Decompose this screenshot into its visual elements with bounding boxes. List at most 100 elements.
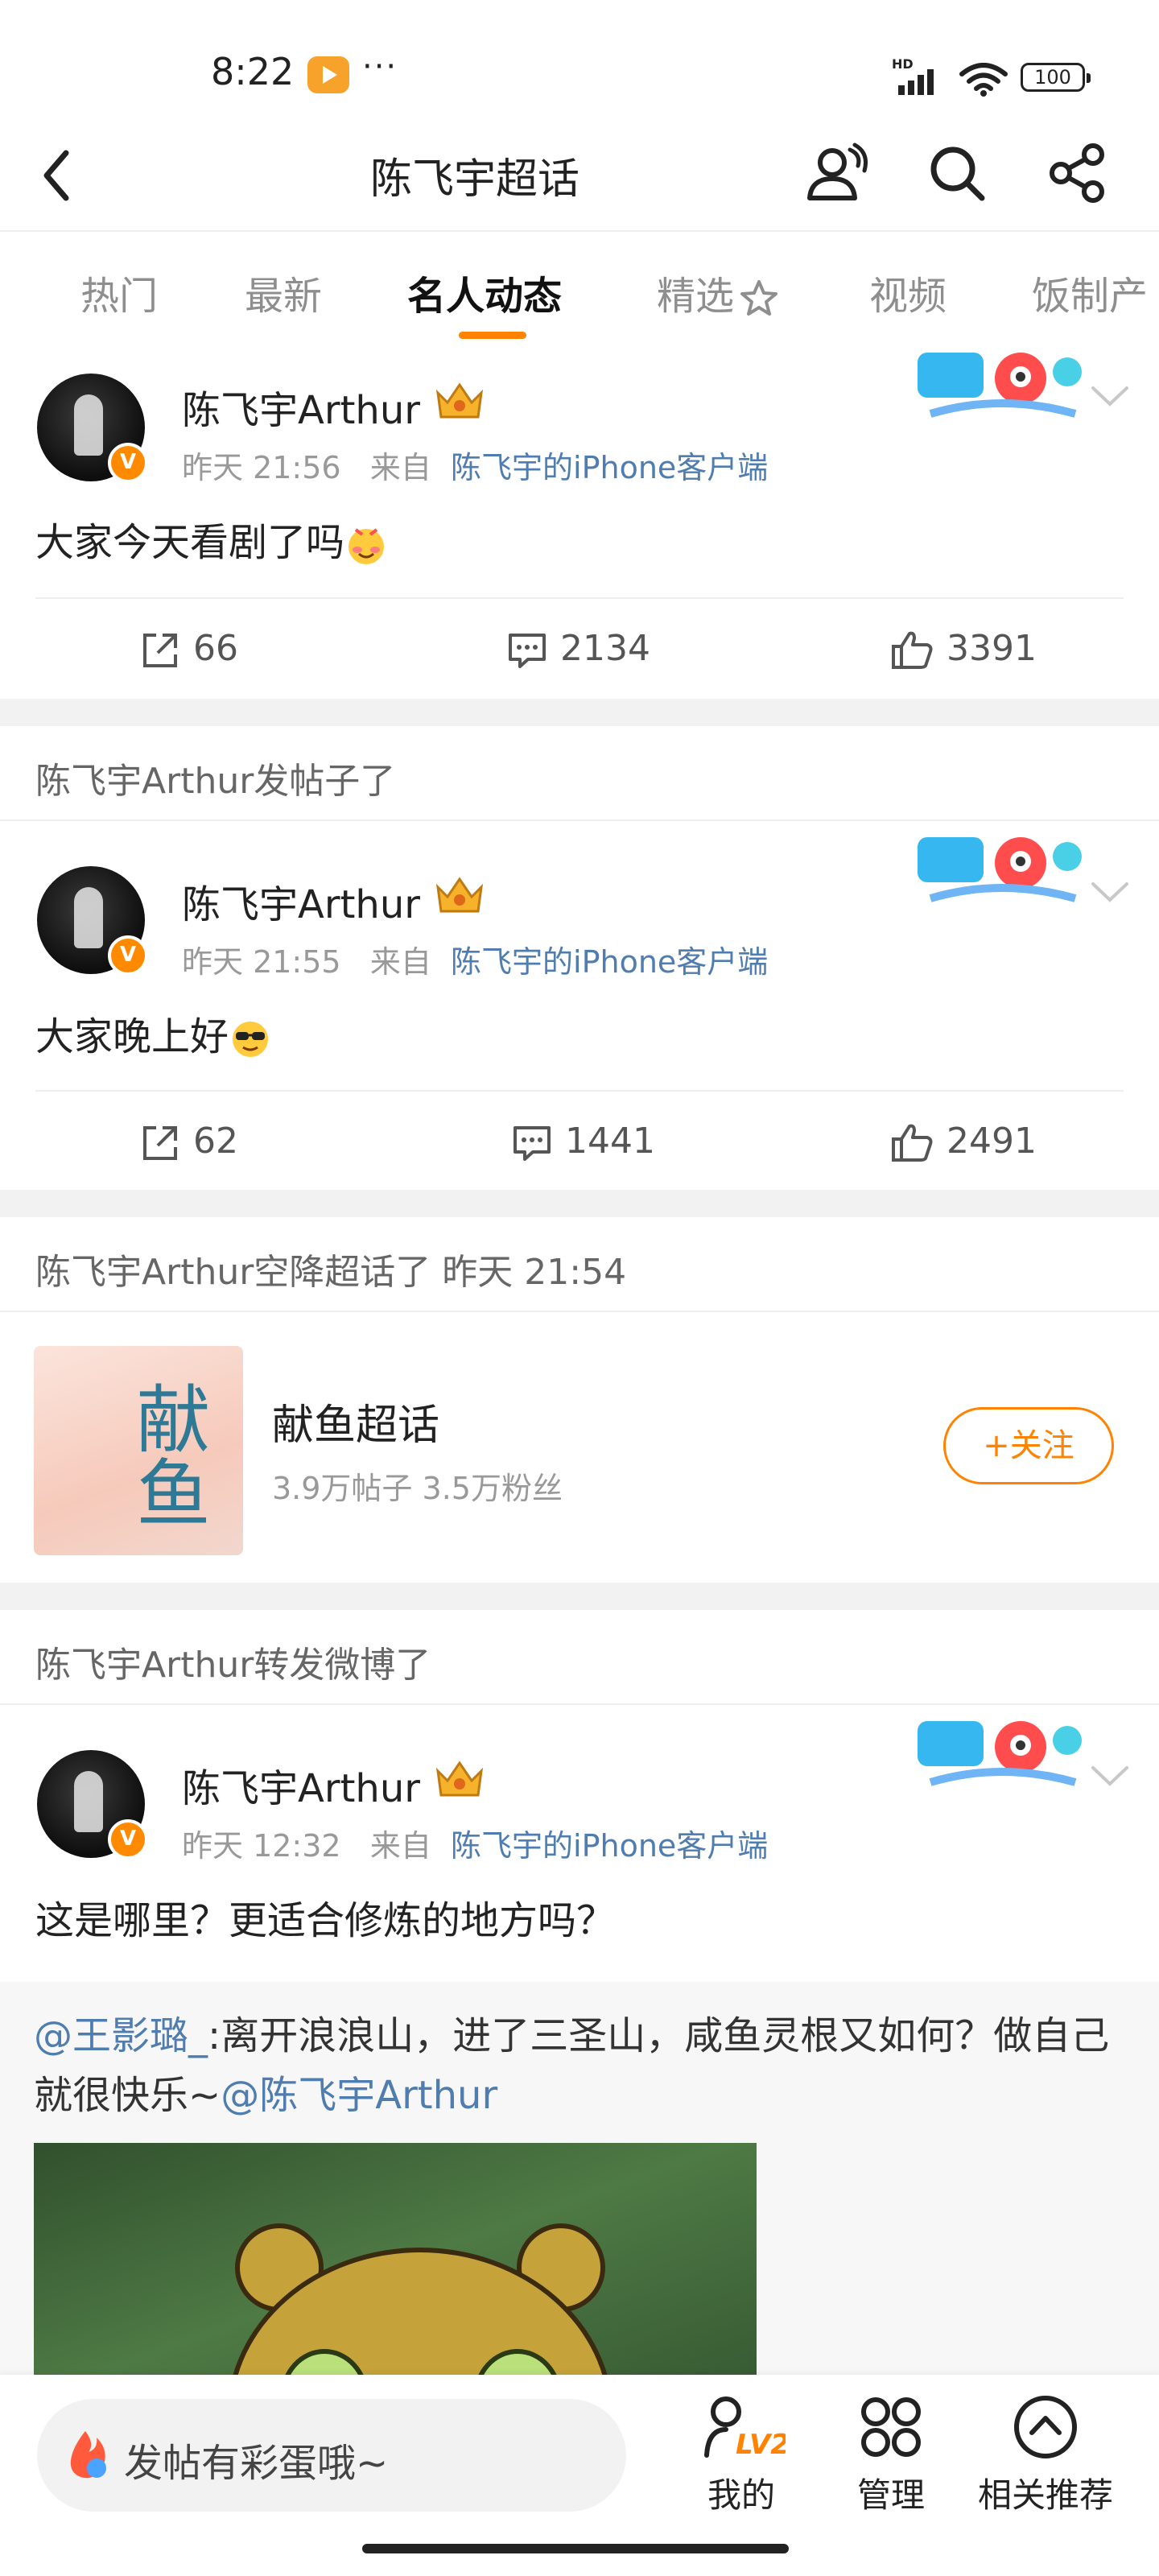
supertopic-cover-image[interactable]: 献鱼: [34, 1346, 243, 1555]
tab-video[interactable]: 视频: [869, 264, 947, 320]
mention-link[interactable]: @陈飞宇Arthur: [221, 2073, 497, 2118]
manage-grid-icon: [861, 2397, 921, 2457]
star-icon: [740, 280, 778, 316]
active-tab-indicator: [459, 332, 526, 339]
compose-placeholder: 发帖有彩蛋哦~: [124, 2441, 389, 2486]
avatar[interactable]: V: [37, 866, 148, 976]
follow-button[interactable]: +关注: [943, 1407, 1114, 1484]
user-level-badge: LV2: [736, 2429, 786, 2461]
share-icon[interactable]: [1043, 138, 1112, 208]
tab-hot[interactable]: 热门: [80, 264, 158, 320]
post-time: 昨天 21:56: [182, 450, 341, 485]
repost-button[interactable]: 66: [138, 625, 238, 673]
members-icon[interactable]: [802, 138, 871, 208]
search-icon[interactable]: [922, 138, 992, 208]
battery-indicator: 100: [1021, 63, 1091, 92]
post-meta: 昨天 12:32 来自 陈飞宇的iPhone客户端: [182, 1821, 768, 1865]
section-header-text: 陈飞宇Arthur空降超话了 昨天 21:54: [35, 1252, 627, 1293]
more-notifications-icon: ···: [362, 48, 398, 85]
promo-badge-icon: [918, 837, 1082, 902]
chevron-down-icon[interactable]: [1088, 380, 1132, 412]
repost-count: 66: [193, 628, 238, 669]
top-navigation-bar: 陈飞宇超话: [0, 121, 1159, 230]
verified-icon: V: [108, 443, 148, 483]
post-meta: 昨天 21:55 来自 陈飞宇的iPhone客户端: [182, 937, 768, 981]
avatar[interactable]: V: [37, 1750, 148, 1860]
post-time: 昨天 21:55: [182, 944, 341, 980]
bottom-tab-label: 管理: [856, 2475, 925, 2515]
post-text: 大家晚上好: [35, 1005, 272, 1061]
post-source-link[interactable]: 陈飞宇的iPhone客户端: [451, 450, 768, 485]
sunglasses-face-icon: [233, 1022, 269, 1057]
status-bar: 8:22 ··· HD 100: [0, 0, 1159, 121]
author-name[interactable]: 陈飞宇Arthur: [182, 1757, 420, 1813]
bottom-tab-manage[interactable]: 管理: [823, 2391, 959, 2528]
post-source-link[interactable]: 陈飞宇的iPhone客户端: [451, 1828, 768, 1864]
tab-celebrity-updates[interactable]: 名人动态: [407, 264, 562, 320]
verified-icon: V: [108, 935, 148, 976]
original-author-mention[interactable]: @王影璐_: [34, 2013, 208, 2058]
status-time: 8:22: [211, 50, 295, 93]
post-from-label: 来自: [369, 450, 431, 485]
comment-icon: [514, 1126, 551, 1161]
feed-tabs: 热门 最新 名人动态 精选 视频 饭制产: [0, 232, 1159, 346]
tab-featured-label: 精选: [657, 274, 735, 319]
avatar[interactable]: V: [37, 374, 148, 483]
original-post-text: @王影璐_:离开浪浪山，进了三圣山，咸鱼灵根又如何？做自己就很快乐~@陈飞宇Ar…: [34, 2006, 1128, 2125]
signal-icon: [898, 69, 934, 95]
post-card[interactable]: V 陈飞宇Arthur 昨天 21:56 来自 陈飞宇的iPhone客户端 大家…: [0, 346, 1159, 699]
like-count: 2491: [947, 1121, 1037, 1162]
section-gap: [0, 1583, 1159, 1610]
comment-button[interactable]: 1441: [510, 1117, 655, 1166]
thumbs-up-icon: [892, 631, 933, 669]
repost-icon: [143, 634, 177, 667]
author-name[interactable]: 陈飞宇Arthur: [182, 873, 420, 929]
crown-icon: [435, 382, 484, 419]
tab-featured[interactable]: 精选: [657, 264, 781, 320]
like-button[interactable]: 2491: [889, 1117, 1037, 1166]
repost-count: 62: [193, 1121, 238, 1162]
avatar-figure: [74, 887, 103, 948]
chevron-up-circle-icon: [1014, 2396, 1077, 2458]
section-gap: [0, 699, 1159, 726]
post-card[interactable]: V 陈飞宇Arthur 昨天 21:55 来自 陈飞宇的iPhone客户端 大家…: [0, 823, 1159, 1190]
post-text: 大家今天看剧了吗: [35, 510, 388, 567]
promo-badge-icon: [918, 353, 1082, 418]
post-text-content: 大家晚上好: [35, 1014, 229, 1059]
compose-post-input[interactable]: 发帖有彩蛋哦~: [37, 2399, 626, 2512]
bottom-tab-related[interactable]: 相关推荐: [961, 2391, 1130, 2528]
like-count: 3391: [947, 628, 1037, 669]
supertopic-name[interactable]: 献鱼超话: [272, 1391, 439, 1451]
actions-divider: [35, 1090, 1124, 1092]
repost-icon: [143, 1126, 177, 1160]
tab-fan-creations[interactable]: 饭制产: [1032, 264, 1148, 320]
supertopic-card[interactable]: 献鱼 献鱼超话 3.9万帖子 3.5万粉丝 +关注: [0, 1317, 1159, 1583]
bottom-tab-mine[interactable]: LV2 我的: [673, 2391, 810, 2528]
post-from-label: 来自: [369, 944, 431, 980]
post-from-label: 来自: [369, 1828, 431, 1864]
tab-latest[interactable]: 最新: [245, 264, 322, 320]
bottom-tab-label: 相关推荐: [977, 2475, 1113, 2515]
post-text: 这是哪里？更适合修炼的地方吗？: [35, 1898, 616, 1943]
repost-button[interactable]: 62: [138, 1117, 238, 1166]
like-button[interactable]: 3391: [889, 625, 1037, 673]
post-text-content: 大家今天看剧了吗: [35, 520, 345, 565]
section-gap: [0, 1190, 1159, 1217]
home-indicator[interactable]: [362, 2544, 789, 2553]
post-card[interactable]: V 陈飞宇Arthur 昨天 12:32 来自 陈飞宇的iPhone客户端 这是…: [0, 1707, 1159, 1982]
section-header: 陈飞宇Arthur空降超话了 昨天 21:54: [0, 1217, 1159, 1312]
bottom-tab-label: 我的: [707, 2475, 775, 2515]
chevron-down-icon[interactable]: [1088, 1760, 1132, 1792]
post-meta: 昨天 21:56 来自 陈飞宇的iPhone客户端: [182, 443, 768, 487]
author-name[interactable]: 陈飞宇Arthur: [182, 378, 420, 435]
comment-count: 2134: [560, 628, 650, 669]
chevron-down-icon[interactable]: [1088, 876, 1132, 908]
comment-button[interactable]: 2134: [505, 625, 650, 673]
supertopic-cover-text: 献鱼: [124, 1381, 210, 1529]
user-level-icon: LV2: [704, 2396, 786, 2461]
avatar-figure: [74, 394, 103, 456]
verified-icon: V: [108, 1819, 148, 1860]
post-source-link[interactable]: 陈飞宇的iPhone客户端: [451, 944, 768, 980]
section-header-text: 陈飞宇Arthur发帖子了: [35, 761, 396, 802]
comment-count: 1441: [565, 1121, 655, 1162]
